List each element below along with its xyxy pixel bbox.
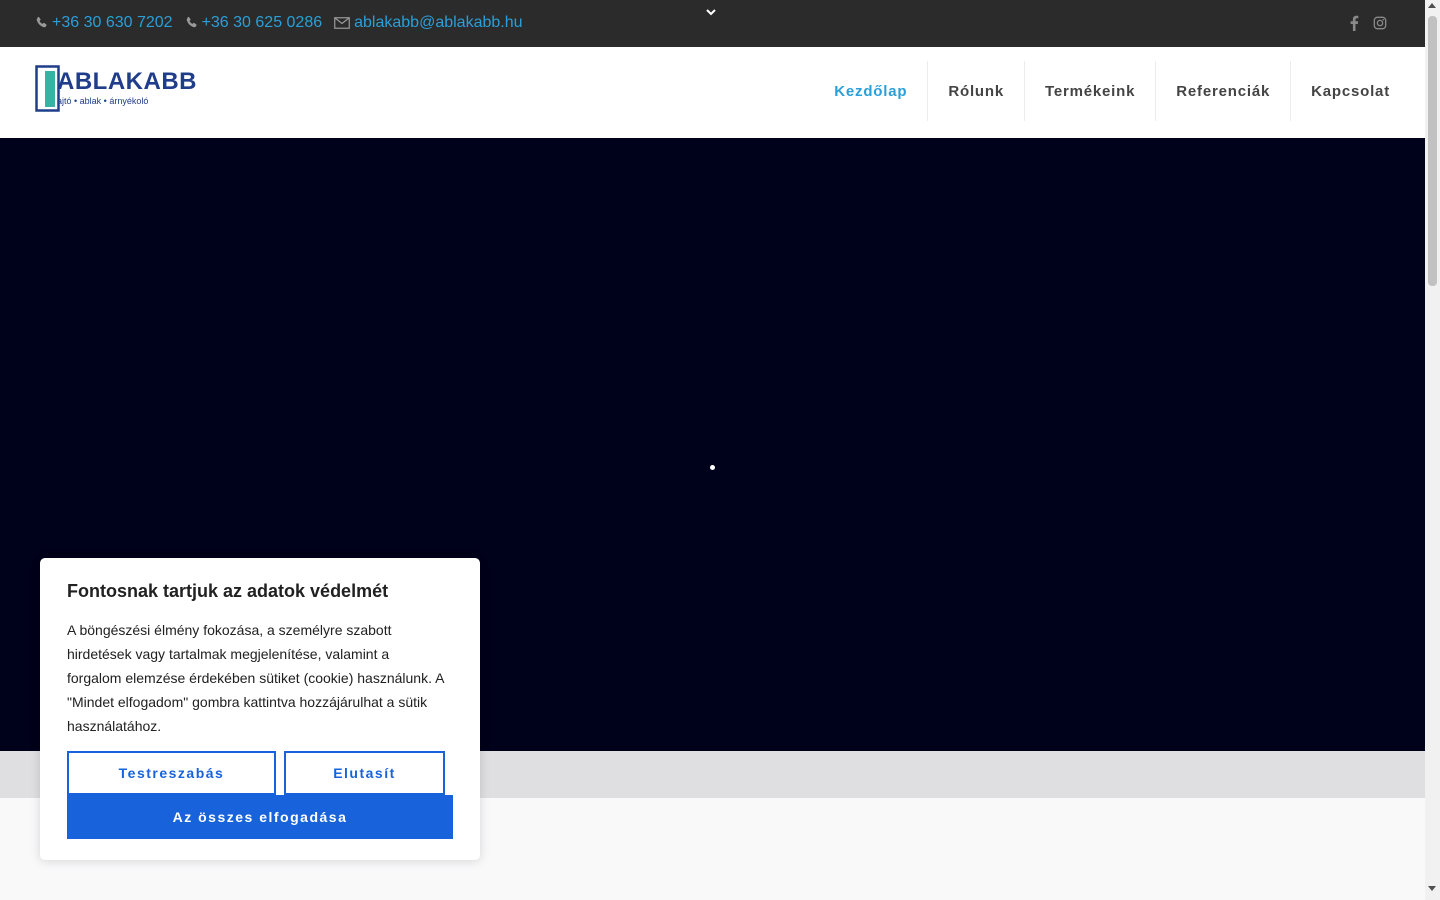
- customize-button[interactable]: Testreszabás: [67, 751, 276, 795]
- facebook-icon[interactable]: [1347, 15, 1361, 31]
- nav-item-rolunk[interactable]: Rólunk: [928, 61, 1025, 121]
- nav-item-termekeink[interactable]: Termékeink: [1025, 61, 1157, 121]
- phone-contact-1: +36 30 630 7202: [35, 14, 173, 32]
- main-nav: Kezdőlap Rólunk Termékeink Referenciák K…: [814, 61, 1410, 121]
- scroll-up-icon[interactable]: [1428, 3, 1436, 8]
- nav-item-referenciak[interactable]: Referenciák: [1156, 61, 1292, 121]
- phone-link-1[interactable]: +36 30 630 7202: [52, 14, 173, 32]
- contact-info: +36 30 630 7202 +36 30 625 0286 ablakabb…: [35, 0, 535, 45]
- phone-contact-2: +36 30 625 0286: [185, 14, 323, 32]
- reject-button[interactable]: Elutasít: [284, 751, 445, 795]
- cookie-button-row: Testreszabás Elutasít: [67, 751, 445, 795]
- page-scrollbar[interactable]: [1425, 0, 1440, 900]
- phone-icon: [36, 16, 47, 28]
- site-header: ABLAKABB ajtó • ablak • árnyékoló Kezdől…: [0, 47, 1425, 138]
- cookie-consent-banner: Fontosnak tartjuk az adatok védelmét A b…: [40, 558, 480, 860]
- top-bar: +36 30 630 7202 +36 30 625 0286 ablakabb…: [0, 0, 1425, 47]
- email-link[interactable]: ablakabb@ablakabb.hu: [354, 14, 522, 32]
- scrollbar-thumb[interactable]: [1428, 16, 1437, 286]
- chevron-down-icon[interactable]: [704, 5, 718, 19]
- logo-tagline: ajtó • ablak • árnyékoló: [57, 96, 149, 106]
- envelope-icon: [334, 16, 350, 29]
- phone-icon: [186, 16, 197, 28]
- phone-link-2[interactable]: +36 30 625 0286: [202, 14, 323, 32]
- instagram-icon[interactable]: [1373, 15, 1387, 31]
- nav-item-kezdolap[interactable]: Kezdőlap: [814, 61, 929, 121]
- cookie-title: Fontosnak tartjuk az adatok védelmét: [67, 581, 389, 601]
- nav-item-kapcsolat[interactable]: Kapcsolat: [1291, 61, 1410, 121]
- logo-brand: ABLAKABB: [57, 68, 197, 95]
- loading-dot: [710, 465, 715, 470]
- email-contact: ablakabb@ablakabb.hu: [334, 14, 523, 32]
- scroll-down-icon[interactable]: [1428, 886, 1436, 891]
- logo[interactable]: ABLAKABB ajtó • ablak • árnyékoló: [35, 65, 196, 113]
- cookie-description: A böngészési élmény fokozása, a személyr…: [67, 622, 444, 734]
- accept-all-button[interactable]: Az összes elfogadása: [67, 795, 453, 839]
- social-links: [1347, 15, 1387, 31]
